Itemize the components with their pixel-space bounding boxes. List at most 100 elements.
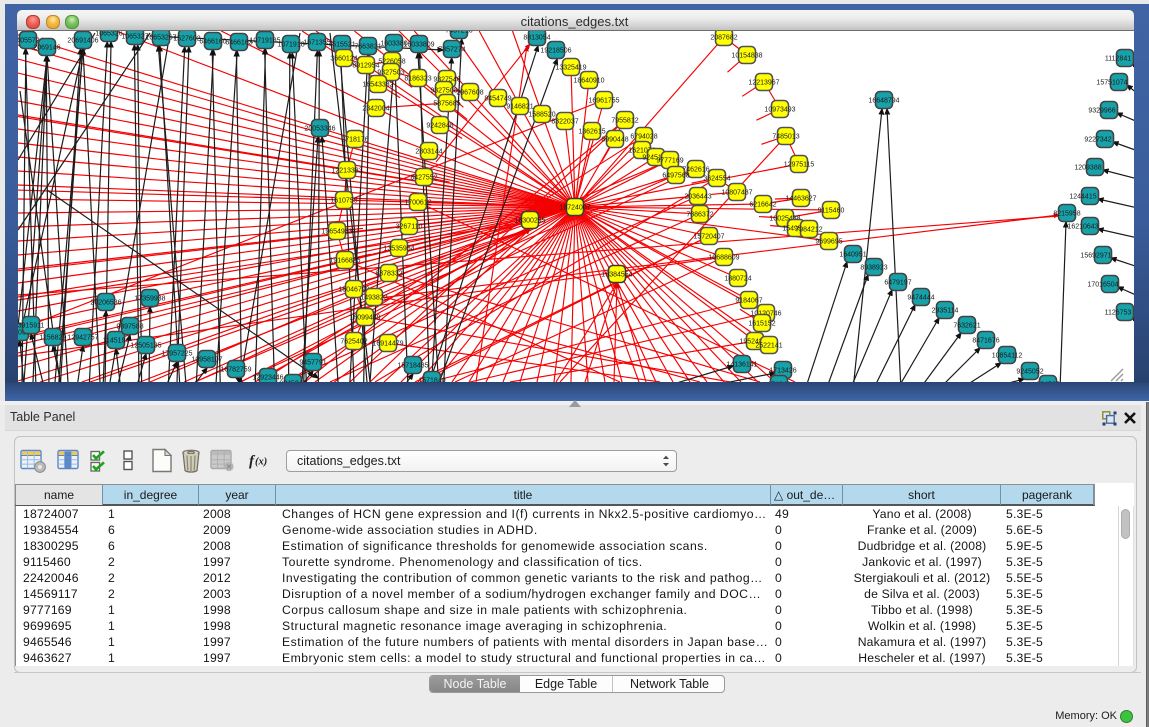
svg-text:16210643: 16210643 — [1067, 224, 1098, 231]
svg-text:20206536: 20206536 — [90, 300, 121, 307]
svg-text:16961755: 16961755 — [588, 98, 619, 105]
svg-text:1126753: 1126753 — [1105, 310, 1132, 317]
svg-text:7663821: 7663821 — [354, 44, 381, 51]
svg-text:9245044: 9245044 — [279, 381, 306, 383]
svg-text:6479197: 6479197 — [884, 280, 911, 287]
svg-text:1615152: 1615152 — [748, 321, 775, 328]
svg-text:8454749: 8454749 — [484, 96, 511, 103]
svg-text:12942757: 12942757 — [67, 335, 98, 342]
svg-text:10653267: 10653267 — [145, 35, 176, 42]
svg-text:1362615: 1362615 — [578, 129, 605, 136]
svg-text:10807487: 10807487 — [721, 190, 752, 197]
svg-text:9146821: 9146821 — [506, 104, 533, 111]
svg-text:19166825: 19166825 — [329, 258, 360, 265]
svg-text:15751074: 15751074 — [1096, 80, 1127, 87]
svg-text:1700612: 1700612 — [404, 200, 431, 207]
svg-text:2342004: 2342004 — [362, 106, 389, 113]
svg-text:3267110: 3267110 — [396, 224, 423, 231]
svg-text:17016504: 17016504 — [1087, 282, 1118, 289]
svg-text:1112841: 1112841 — [1105, 56, 1131, 63]
svg-text:2522141: 2522141 — [755, 343, 782, 350]
svg-text:16099489: 16099489 — [349, 315, 380, 322]
svg-text:10719185: 10719185 — [249, 38, 280, 45]
svg-text:8427552: 8427552 — [410, 175, 437, 182]
svg-text:10958107: 10958107 — [191, 357, 222, 364]
svg-text:(x): (x) — [255, 457, 267, 468]
svg-text:20053346: 20053346 — [304, 126, 335, 133]
svg-text:7625402: 7625402 — [340, 339, 367, 346]
svg-text:1071918: 1071918 — [277, 42, 304, 49]
svg-text:12975115: 12975115 — [784, 162, 815, 169]
svg-text:16543382: 16543382 — [362, 82, 393, 89]
svg-text:8322037: 8322037 — [551, 119, 578, 126]
svg-text:2803144: 2803144 — [415, 149, 442, 156]
svg-text:6794028: 6794028 — [630, 134, 657, 141]
svg-text:1493822: 1493822 — [360, 295, 387, 302]
svg-text:924505: 924505 — [1036, 382, 1059, 383]
svg-text:18724007: 18724007 — [559, 205, 590, 212]
svg-text:17957225: 17957225 — [161, 351, 192, 358]
svg-text:5875685: 5875685 — [433, 101, 460, 108]
svg-text:19654933: 19654933 — [321, 229, 352, 236]
svg-text:2967608: 2967608 — [456, 90, 483, 97]
svg-text:18300295: 18300295 — [514, 218, 545, 225]
svg-text:9457791: 9457791 — [299, 360, 326, 367]
svg-text:7632621: 7632621 — [953, 323, 980, 330]
svg-text:2935114: 2935114 — [932, 308, 959, 315]
svg-text:9115460: 9115460 — [818, 208, 845, 215]
svg-text:16648794: 16648794 — [868, 98, 899, 105]
svg-text:8813054: 8813054 — [523, 35, 550, 42]
svg-text:1065326: 1065326 — [95, 31, 122, 38]
svg-text:10854112: 10854112 — [992, 353, 1023, 360]
svg-text:8471676: 8471676 — [972, 338, 999, 345]
svg-text:3624554: 3624554 — [703, 176, 730, 183]
svg-text:9329966: 9329966 — [1088, 108, 1115, 115]
svg-text:13535954: 13535954 — [383, 246, 414, 253]
svg-text:1713426: 1713426 — [769, 368, 796, 375]
svg-text:13325419: 13325419 — [555, 65, 586, 72]
svg-text:9242848: 9242848 — [426, 123, 453, 130]
svg-text:8878332: 8878332 — [375, 271, 402, 278]
svg-text:1640951: 1640951 — [839, 252, 866, 259]
svg-text:17359938: 17359938 — [134, 296, 165, 303]
svg-text:15692971: 15692971 — [1080, 253, 1111, 260]
svg-text:1880724: 1880724 — [724, 276, 751, 283]
svg-text:3915911: 3915911 — [18, 323, 44, 330]
svg-text:12213383: 12213383 — [331, 168, 362, 175]
svg-text:3660124: 3660124 — [330, 56, 357, 63]
svg-text:8215958: 8215958 — [1053, 211, 1080, 218]
svg-text:15718485: 15718485 — [397, 363, 428, 370]
svg-text:7984212: 7984212 — [795, 227, 822, 234]
svg-text:15720407: 15720407 — [693, 234, 724, 241]
svg-text:2087682: 2087682 — [710, 35, 737, 42]
svg-text:7886372: 7886372 — [686, 212, 713, 219]
svg-text:1244415: 1244415 — [1069, 194, 1096, 201]
svg-text:9397588: 9397588 — [116, 324, 143, 331]
svg-text:1209388: 1209388 — [1074, 165, 1101, 172]
svg-text:10154838: 10154838 — [731, 53, 762, 60]
svg-text:9699695: 9699695 — [815, 239, 842, 246]
svg-text:7955812: 7955812 — [611, 118, 638, 125]
svg-text:6466160: 6466160 — [199, 39, 226, 46]
svg-text:16782759: 16782759 — [220, 367, 251, 374]
svg-text:14136141: 14136141 — [726, 362, 757, 369]
svg-text:2036443: 2036443 — [684, 194, 711, 201]
svg-text:1610755: 1610755 — [330, 198, 357, 205]
svg-text:2069146: 2069146 — [33, 45, 60, 52]
svg-text:9777169: 9777169 — [656, 158, 683, 165]
svg-text:1527602: 1527602 — [173, 36, 200, 43]
svg-text:7357274: 7357274 — [438, 47, 465, 54]
svg-text:8990448: 8990448 — [601, 137, 628, 144]
svg-text:1588520: 1588520 — [528, 112, 555, 119]
svg-text:1156829: 1156829 — [40, 335, 67, 342]
svg-text:9227342: 9227342 — [1084, 137, 1111, 144]
svg-text:1671355: 1671355 — [303, 40, 330, 47]
svg-text:19384554: 19384554 — [601, 272, 632, 279]
svg-text:12505135: 12505135 — [130, 343, 161, 350]
svg-text:8938923: 8938923 — [860, 265, 887, 272]
svg-text:171342: 171342 — [767, 382, 790, 383]
svg-text:7485013: 7485013 — [772, 134, 799, 141]
svg-text:18640910: 18640910 — [573, 78, 604, 85]
svg-text:16033809: 16033809 — [403, 42, 434, 49]
svg-text:9474444: 9474444 — [907, 295, 934, 302]
